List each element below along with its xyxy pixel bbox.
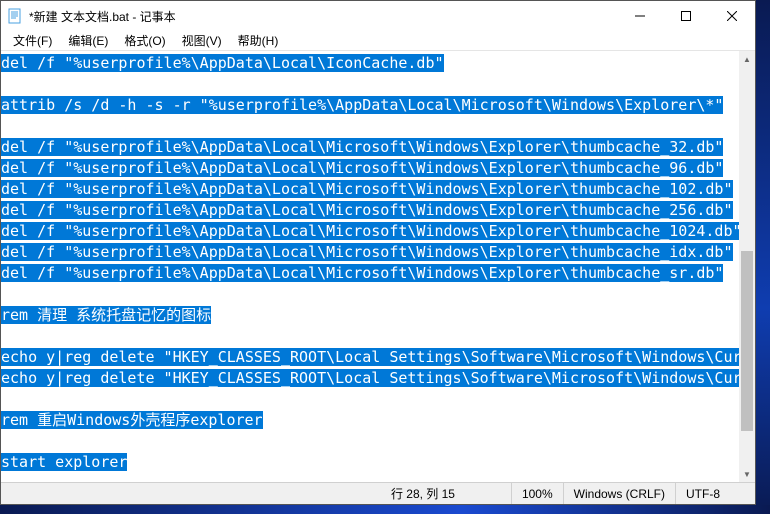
scroll-down-button[interactable]: ▼ bbox=[739, 466, 755, 482]
editor-line[interactable]: del /f "%userprofile%\AppData\Local\Micr… bbox=[1, 221, 739, 242]
status-encoding: UTF-8 bbox=[675, 483, 755, 504]
editor-line[interactable] bbox=[1, 326, 739, 347]
minimize-button[interactable] bbox=[617, 1, 663, 31]
editor-line[interactable] bbox=[1, 116, 739, 137]
menu-view[interactable]: 视图(V) bbox=[174, 32, 230, 49]
editor-content[interactable]: del /f "%userprofile%\AppData\Local\Icon… bbox=[1, 51, 739, 482]
editor-line[interactable]: rem 重启Windows外壳程序explorer bbox=[1, 410, 739, 431]
notepad-icon bbox=[7, 8, 23, 24]
editor-line[interactable]: echo y|reg delete "HKEY_CLASSES_ROOT\Loc… bbox=[1, 368, 739, 389]
editor-area[interactable]: del /f "%userprofile%\AppData\Local\Icon… bbox=[1, 51, 755, 482]
editor-line[interactable]: del /f "%userprofile%\AppData\Local\Micr… bbox=[1, 263, 739, 284]
menu-help[interactable]: 帮助(H) bbox=[230, 32, 287, 49]
editor-line[interactable]: rem 清理 系统托盘记忆的图标 bbox=[1, 305, 739, 326]
scroll-up-button[interactable]: ▲ bbox=[739, 51, 755, 67]
maximize-button[interactable] bbox=[663, 1, 709, 31]
desktop-background-bottom bbox=[0, 505, 770, 514]
status-eol: Windows (CRLF) bbox=[563, 483, 675, 504]
editor-line[interactable]: del /f "%userprofile%\AppData\Local\Micr… bbox=[1, 137, 739, 158]
status-position: 行 28, 列 15 bbox=[381, 483, 511, 504]
editor-line[interactable]: del /f "%userprofile%\AppData\Local\Micr… bbox=[1, 179, 739, 200]
editor-line[interactable]: del /f "%userprofile%\AppData\Local\Micr… bbox=[1, 200, 739, 221]
editor-line[interactable]: del /f "%userprofile%\AppData\Local\Micr… bbox=[1, 242, 739, 263]
editor-line[interactable]: del /f "%userprofile%\AppData\Local\Micr… bbox=[1, 158, 739, 179]
menu-format[interactable]: 格式(O) bbox=[116, 32, 173, 49]
titlebar[interactable]: *新建 文本文档.bat - 记事本 bbox=[1, 1, 755, 31]
editor-line[interactable]: echo y|reg delete "HKEY_CLASSES_ROOT\Loc… bbox=[1, 347, 739, 368]
menubar: 文件(F) 编辑(E) 格式(O) 视图(V) 帮助(H) bbox=[1, 31, 755, 51]
notepad-window: *新建 文本文档.bat - 记事本 文件(F) 编辑(E) 格式(O) 视图(… bbox=[0, 0, 756, 505]
scroll-thumb[interactable] bbox=[741, 251, 753, 431]
window-controls bbox=[617, 1, 755, 31]
window-title: *新建 文本文档.bat - 记事本 bbox=[29, 8, 617, 25]
menu-edit[interactable]: 编辑(E) bbox=[60, 32, 116, 49]
statusbar: 行 28, 列 15 100% Windows (CRLF) UTF-8 bbox=[1, 482, 755, 504]
editor-line[interactable] bbox=[1, 431, 739, 452]
editor-line[interactable]: attrib /s /d -h -s -r "%userprofile%\App… bbox=[1, 95, 739, 116]
vertical-scrollbar[interactable]: ▲ ▼ bbox=[739, 51, 755, 482]
editor-line[interactable]: del /f "%userprofile%\AppData\Local\Icon… bbox=[1, 53, 739, 74]
editor-line[interactable] bbox=[1, 74, 739, 95]
menu-file[interactable]: 文件(F) bbox=[5, 32, 60, 49]
close-button[interactable] bbox=[709, 1, 755, 31]
editor-line[interactable] bbox=[1, 284, 739, 305]
editor-line[interactable]: start explorer bbox=[1, 452, 739, 473]
editor-line[interactable] bbox=[1, 389, 739, 410]
status-zoom: 100% bbox=[511, 483, 563, 504]
desktop-background-right bbox=[756, 0, 770, 514]
